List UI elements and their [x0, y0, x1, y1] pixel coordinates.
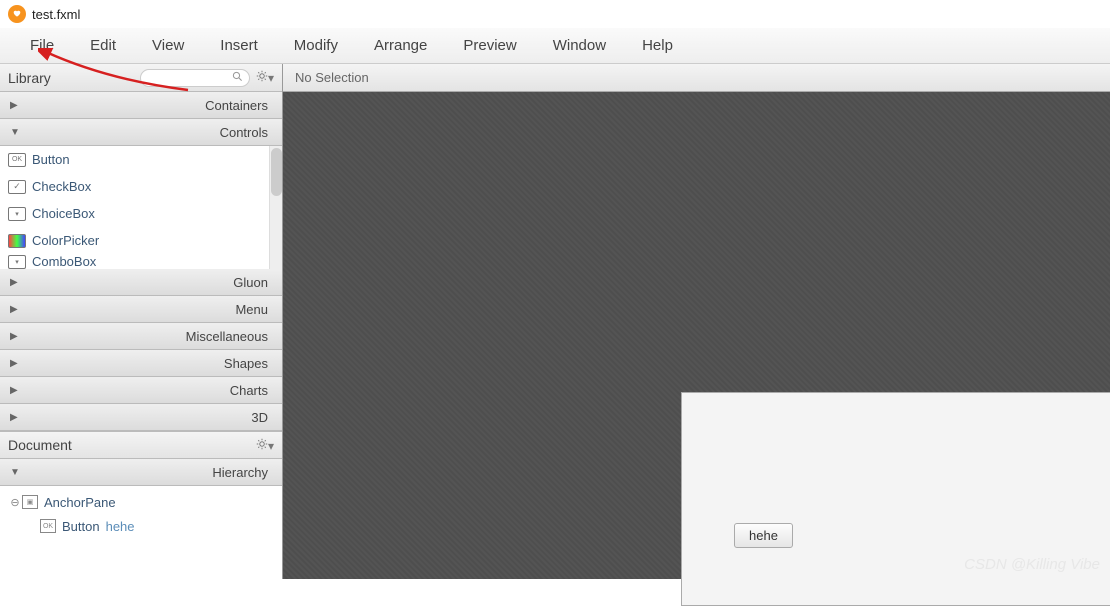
collapse-icon[interactable]: ⊖ — [8, 496, 22, 509]
caret-right-icon: ▶ — [10, 100, 24, 111]
design-button-hehe[interactable]: hehe — [734, 523, 793, 548]
section-miscellaneous[interactable]: ▶ Miscellaneous — [0, 323, 282, 350]
section-shapes[interactable]: ▶ Shapes — [0, 350, 282, 377]
controls-list: OK Button CheckBox ▾ ChoiceBox ColorPick… — [0, 146, 282, 269]
caret-right-icon: ▶ — [10, 304, 24, 315]
document-title: Document — [8, 437, 72, 453]
menu-arrange[interactable]: Arrange — [356, 31, 445, 60]
library-search[interactable] — [140, 69, 250, 87]
library-header: Library ▾ — [0, 64, 282, 92]
inspector-status: No Selection — [295, 70, 369, 85]
title-bar: test.fxml — [0, 0, 1110, 28]
menu-view[interactable]: View — [134, 31, 202, 60]
control-choicebox[interactable]: ▾ ChoiceBox — [0, 200, 269, 227]
section-charts[interactable]: ▶ Charts — [0, 377, 282, 404]
menu-edit[interactable]: Edit — [72, 31, 134, 60]
tree-child[interactable]: OK Button hehe — [0, 514, 282, 538]
section-containers[interactable]: ▶ Containers — [0, 92, 282, 119]
app-icon — [8, 5, 26, 23]
document-gear-icon[interactable]: ▾ — [256, 438, 274, 453]
menu-help[interactable]: Help — [624, 31, 691, 60]
caret-right-icon: ▶ — [10, 331, 24, 342]
controls-scrollbar[interactable] — [269, 146, 282, 269]
checkbox-icon — [8, 180, 26, 194]
section-controls[interactable]: ▼ Controls — [0, 119, 282, 146]
section-gluon[interactable]: ▶ Gluon — [0, 269, 282, 296]
menu-insert[interactable]: Insert — [202, 31, 276, 60]
canvas-area[interactable]: hehe — [283, 92, 1110, 579]
button-icon: OK — [40, 519, 56, 533]
caret-right-icon: ▶ — [10, 358, 24, 369]
caret-down-icon: ▼ — [10, 127, 24, 138]
choicebox-icon: ▾ — [8, 207, 26, 221]
menu-bar: File Edit View Insert Modify Arrange Pre… — [0, 28, 1110, 64]
control-checkbox[interactable]: CheckBox — [0, 173, 269, 200]
button-icon: OK — [8, 153, 26, 167]
menu-file[interactable]: File — [12, 31, 72, 60]
inspector-header: No Selection — [283, 64, 1110, 92]
menu-modify[interactable]: Modify — [276, 31, 356, 60]
combobox-icon: ▾ — [8, 255, 26, 269]
library-gear-icon[interactable]: ▾ — [256, 70, 274, 85]
menu-window[interactable]: Window — [535, 31, 624, 60]
section-menu[interactable]: ▶ Menu — [0, 296, 282, 323]
tree-root[interactable]: ⊖ ▣ AnchorPane — [0, 490, 282, 514]
document-header: Document ▾ — [0, 431, 282, 459]
control-combobox[interactable]: ▾ ComboBox — [0, 254, 269, 269]
colorpicker-icon — [8, 234, 26, 248]
control-button[interactable]: OK Button — [0, 146, 269, 173]
search-icon — [232, 71, 243, 85]
anchorpane-icon: ▣ — [22, 495, 38, 509]
caret-right-icon: ▶ — [10, 412, 24, 423]
hierarchy-tree: ⊖ ▣ AnchorPane OK Button hehe — [0, 486, 282, 579]
caret-right-icon: ▶ — [10, 385, 24, 396]
caret-right-icon: ▶ — [10, 277, 24, 288]
window-title: test.fxml — [32, 7, 80, 22]
right-panel: No Selection hehe — [283, 64, 1110, 579]
library-title: Library — [8, 70, 51, 86]
menu-preview[interactable]: Preview — [445, 31, 534, 60]
caret-down-icon: ▼ — [10, 467, 24, 478]
scrollbar-thumb[interactable] — [271, 148, 282, 196]
section-3d[interactable]: ▶ 3D — [0, 404, 282, 431]
section-hierarchy[interactable]: ▼ Hierarchy — [0, 459, 282, 486]
design-anchorpane[interactable]: hehe — [681, 392, 1110, 606]
left-panel: Library ▾ ▶ Containers ▼ Controls — [0, 64, 283, 579]
control-colorpicker[interactable]: ColorPicker — [0, 227, 269, 254]
